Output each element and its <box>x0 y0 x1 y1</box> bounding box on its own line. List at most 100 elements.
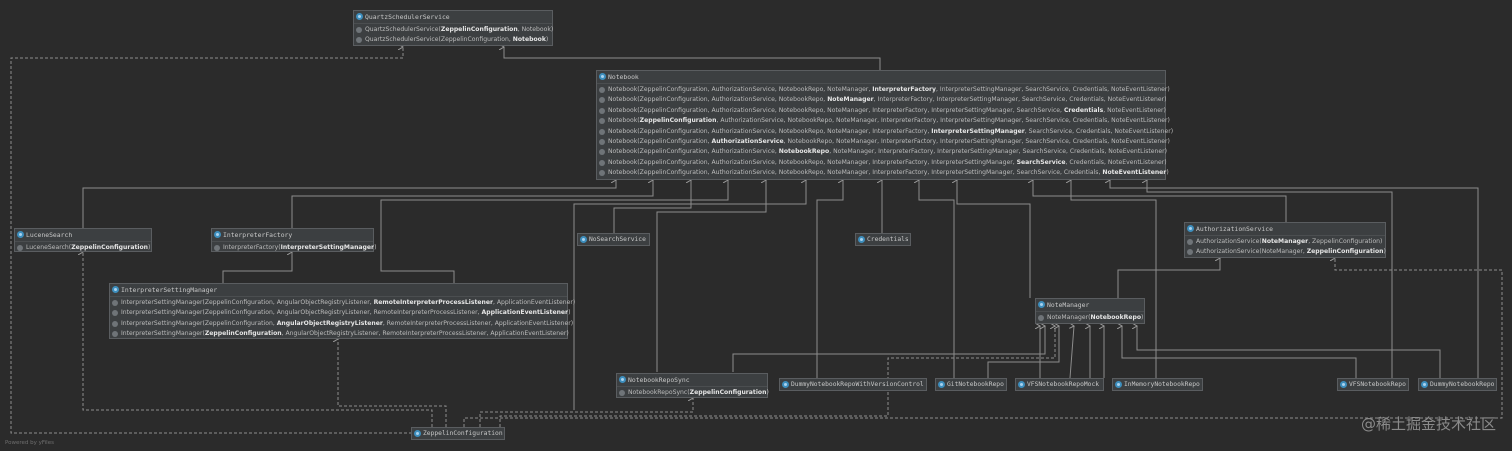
node-authorization-service[interactable]: AuthorizationService AuthorizationServic… <box>1184 222 1386 258</box>
watermark: @稀土掘金技术社区 <box>1360 415 1496 433</box>
node-title: DummyNotebookRepoWithVersionControl <box>791 381 924 388</box>
method-icon <box>599 159 605 166</box>
node-dummy-notebook-repo-with-version-control[interactable]: DummyNotebookRepoWithVersionControl <box>779 378 927 391</box>
node-title: ZeppelinConfiguration <box>423 430 503 437</box>
node-in-memory-notebook-repo[interactable]: InMemoryNotebookRepo <box>1112 378 1203 391</box>
signature-post: , Notebook) <box>517 26 554 33</box>
constructor-row: Notebook(ZeppelinConfiguration, Authoriz… <box>597 106 1166 116</box>
constructor-row: AuthorizationService(NoteManager, Zeppel… <box>1185 237 1385 247</box>
class-icon <box>1187 225 1194 232</box>
edge-reposync-notebook <box>656 180 766 372</box>
edge-vfs-notebook <box>1147 180 1393 378</box>
signature-post: , NoteManager, InterpreterFactory, Inter… <box>829 148 1168 156</box>
class-icon <box>112 286 119 293</box>
node-auth-header: AuthorizationService <box>1185 223 1385 236</box>
signature-bold: NotebookRepo <box>1090 314 1142 321</box>
class-icon <box>938 381 945 388</box>
method-icon <box>619 390 625 396</box>
method-icon <box>1187 249 1193 256</box>
edge-inmemory-notebook <box>1071 180 1157 378</box>
node-no-search-service[interactable]: NoSearchService <box>577 233 650 246</box>
constructor-row: InterpreterSettingManager(ZeppelinConfig… <box>110 308 570 318</box>
method-icon <box>599 97 605 104</box>
method-icon <box>214 245 220 251</box>
class-icon <box>599 73 606 80</box>
constructor-row: InterpreterSettingManager(ZeppelinConfig… <box>110 298 575 308</box>
signature-post: , RemoteInterpreterProcessListener, Appl… <box>382 319 574 327</box>
constructor-row: Notebook(ZeppelinConfiguration, Authoriz… <box>597 95 1166 105</box>
node-title: InterpreterSettingManager <box>121 286 218 294</box>
signature-pre: InterpreterSettingManager( <box>121 330 205 338</box>
edge-lucene-notebook <box>82 180 616 228</box>
node-dummy-notebook-repo[interactable]: DummyNotebookRepo <box>1418 378 1497 391</box>
method-icon <box>599 118 605 125</box>
node-notebook-rows: Notebook(ZeppelinConfiguration, Authoriz… <box>597 84 1173 180</box>
signature-post: ) <box>1383 248 1386 256</box>
signature-bold: Notebook <box>512 36 546 44</box>
node-title: Notebook <box>608 73 639 81</box>
class-icon <box>1421 381 1428 388</box>
signature-pre: Notebook(ZeppelinConfiguration, Authoriz… <box>608 127 932 135</box>
signature-post: , NotebookRepo, NoteManager, Interpreter… <box>783 137 1170 145</box>
node-title: DummyNotebookRepo <box>1430 381 1495 388</box>
signature-pre: AuthorizationService(NoteManager, <box>1196 248 1307 256</box>
constructor-row: QuartzSchedulerService(ZeppelinConfigura… <box>354 25 554 35</box>
node-title: QuartzSchedulerService <box>365 13 450 21</box>
class-icon <box>356 13 363 20</box>
method-icon <box>112 300 118 306</box>
signature-pre: Notebook(ZeppelinConfiguration, Authoriz… <box>608 158 1017 166</box>
class-icon <box>1018 381 1025 388</box>
signature-bold: InterpreterSettingManager <box>280 244 375 251</box>
constructor-row: Notebook(ZeppelinConfiguration, Authoriz… <box>597 127 1173 137</box>
signature-pre: Notebook(ZeppelinConfiguration, Authoriz… <box>608 96 828 104</box>
constructor-row: Notebook(ZeppelinConfiguration, Authoriz… <box>597 158 1167 168</box>
node-lucene-search[interactable]: LuceneSearch LuceneSearch(ZeppelinConfig… <box>14 228 152 252</box>
node-title: Credentials <box>867 236 909 243</box>
node-ism-header: InterpreterSettingManager <box>110 284 567 297</box>
node-vfs-notebook-repo[interactable]: VFSNotebookRepo <box>1337 378 1409 391</box>
signature-pre: Notebook(ZeppelinConfiguration, Authoriz… <box>608 86 873 93</box>
signature-post: , AuthorizationService, NotebookRepo, No… <box>716 117 1170 125</box>
class-icon <box>214 231 221 238</box>
node-title: InterpreterFactory <box>223 231 293 239</box>
signature-bold: ZeppelinConfiguration <box>689 389 767 396</box>
edge-dummyvc-nm <box>732 326 1045 372</box>
edge-git-nm <box>987 326 1059 378</box>
node-notemanager-rows: NoteManager(NotebookRepo) <box>1036 312 1144 324</box>
node-credentials[interactable]: Credentials <box>855 233 911 246</box>
signature-post: , SearchService, Credentials, NoteEventL… <box>1024 127 1174 135</box>
node-notebook[interactable]: Notebook Notebook(ZeppelinConfiguration,… <box>596 70 1173 180</box>
signature-post: , InterpreterSettingManager, SearchServi… <box>936 86 1170 93</box>
node-notebook-repo-sync[interactable]: NotebookRepoSync NotebookRepoSync(Zeppel… <box>616 373 769 398</box>
signature-post: ) <box>374 244 377 251</box>
method-icon <box>17 245 23 251</box>
node-git-notebook-repo[interactable]: GitNotebookRepo <box>935 378 1007 391</box>
signature-bold: Credentials <box>1063 106 1104 114</box>
signature-pre: QuartzSchedulerService(ZeppelinConfigura… <box>365 36 513 44</box>
node-note-manager[interactable]: NoteManager NoteManager(NotebookRepo) <box>1035 298 1145 324</box>
signature-post: ) <box>766 389 769 396</box>
constructor-row: QuartzSchedulerService(ZeppelinConfigura… <box>354 35 552 45</box>
constructor-row: InterpreterSettingManager(ZeppelinConfig… <box>110 329 569 339</box>
node-interpreter-factory[interactable]: InterpreterFactory InterpreterFactory(In… <box>211 228 377 252</box>
signature-pre: InterpreterSettingManager(ZeppelinConfig… <box>121 299 374 306</box>
signature-bold: ZeppelinConfiguration <box>440 26 518 33</box>
edge-vfs-nm <box>1122 326 1357 378</box>
node-zeppelin-configuration[interactable]: ZeppelinConfiguration <box>411 427 505 440</box>
powered-by-footer: Powered by yFiles <box>5 440 54 446</box>
node-title: AuthorizationService <box>1196 225 1273 233</box>
signature-bold: NoteManager <box>827 96 874 104</box>
signature-pre: Notebook(ZeppelinConfiguration, <box>608 137 712 145</box>
method-icon <box>1187 239 1193 245</box>
node-lucene-header: LuceneSearch <box>15 229 151 242</box>
class-icon <box>580 236 587 243</box>
node-vfs-notebook-repo-mock[interactable]: VFSNotebookRepoMock <box>1015 378 1104 391</box>
node-title: InMemoryNotebookRepo <box>1124 381 1200 388</box>
node-quartz-scheduler-service[interactable]: QuartzSchedulerService QuartzSchedulerSe… <box>353 10 553 46</box>
node-interpreter-setting-manager[interactable]: InterpreterSettingManager InterpreterSet… <box>109 283 575 339</box>
class-icon <box>1340 381 1347 388</box>
signature-pre: AuthorizationService( <box>1196 238 1262 245</box>
edge-ism-notebook <box>380 180 728 283</box>
signature-bold: ZeppelinConfiguration <box>1306 248 1384 256</box>
method-icon <box>112 320 118 327</box>
